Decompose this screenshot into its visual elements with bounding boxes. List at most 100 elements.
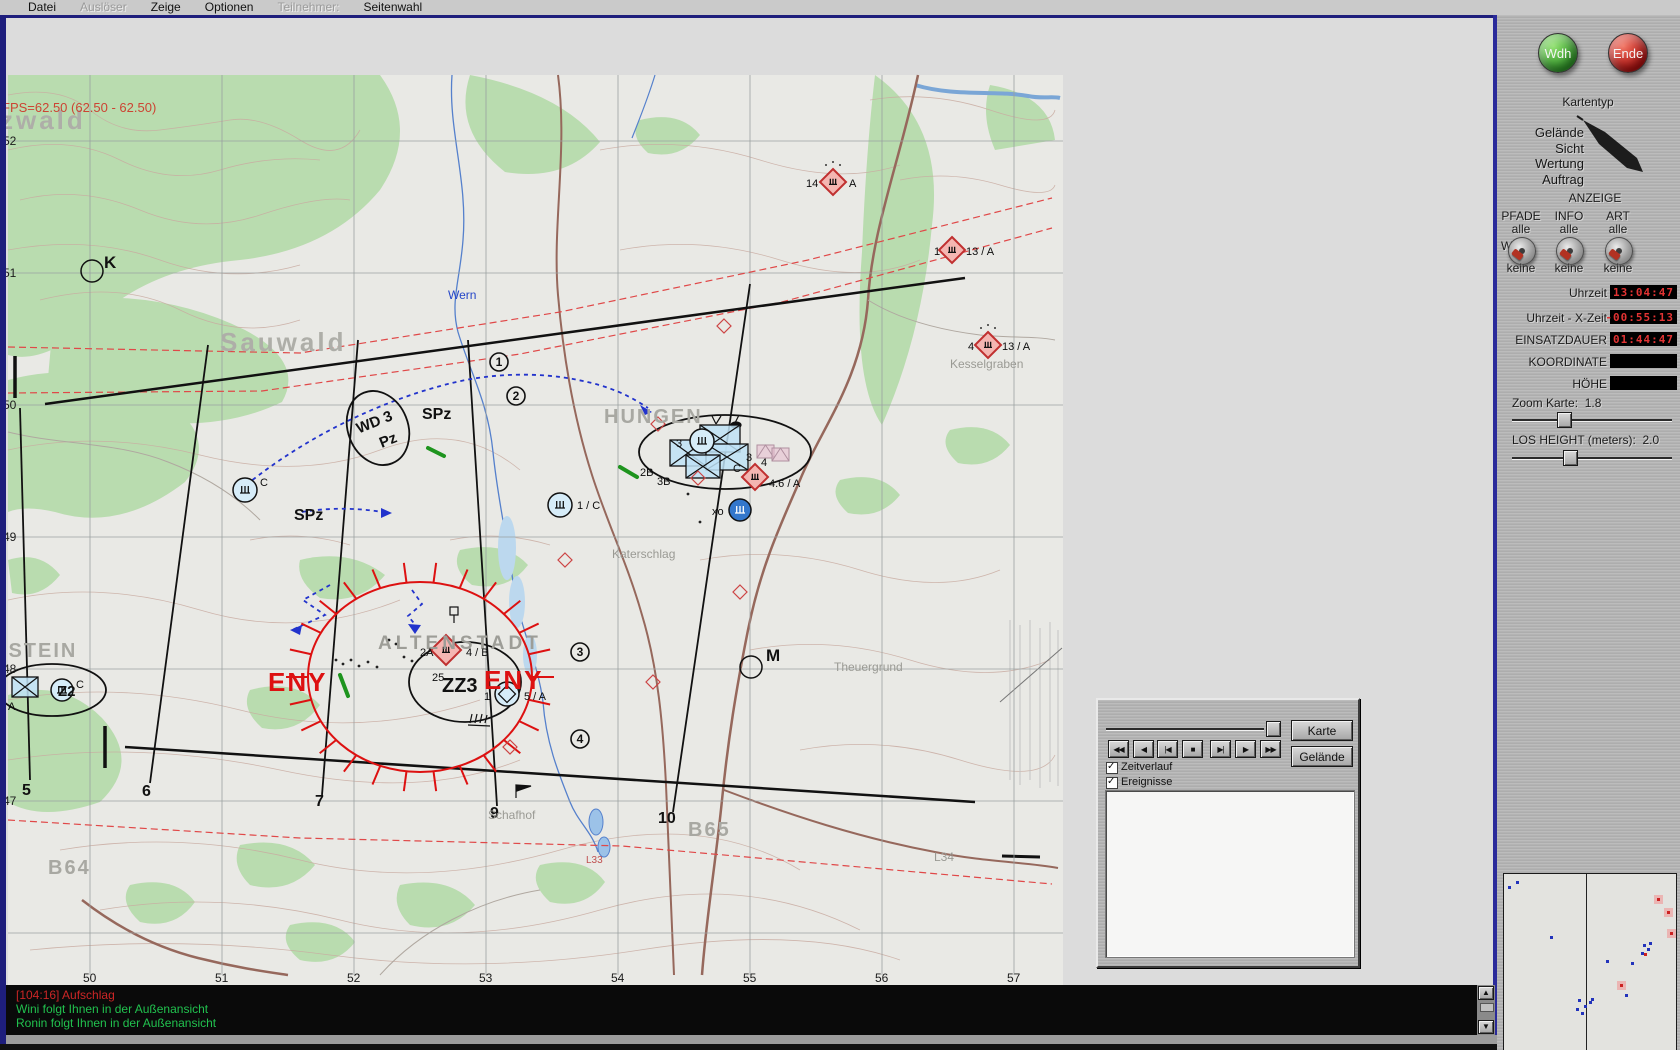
overview-minimap[interactable] [1503,873,1677,1050]
menu-item-datei[interactable]: Datei [28,0,56,15]
circled-number-3: 3 [570,642,590,662]
event-listbox[interactable] [1105,790,1355,958]
minimap-divider [1586,874,1587,1050]
unit-label: C [260,477,268,489]
anzeige-label: ANZEIGE [1568,191,1622,205]
unit-label: 2B [640,467,653,479]
objective-label-m: M [766,646,780,665]
playback-button-7[interactable]: ▶▶ [1260,740,1281,758]
impact-dot [402,655,406,659]
pen-cursor-icon [1576,115,1643,172]
window-bottom-strip [6,1035,1497,1044]
minimap-enemy-dot [1657,898,1660,901]
minimap-enemy-dot [1644,953,1647,956]
playback-button-6[interactable]: ▶ [1235,740,1256,758]
minimap-friendly-dot [1625,994,1628,997]
console-scrollbar[interactable]: ▲ ▼ [1477,985,1495,1035]
friendly-unit-circle[interactable] [728,498,752,522]
scroll-up-button[interactable]: ▲ [1478,986,1494,1000]
map-place-label: L34 [934,850,954,864]
switch-name-art: ART [1606,209,1630,223]
console-line: Wini folgt Ihnen in der Außenansicht [16,1002,209,1016]
grid-label-x: 56 [875,971,889,985]
unit-label: 5 / A [524,691,547,703]
scrollbar-thumb[interactable] [1480,1003,1494,1012]
eny-label: ENY [268,667,327,697]
friendly-unit-circle[interactable] [547,492,573,518]
faded-unit-square [771,447,790,462]
field-label-3: EINSATZDAUER [1515,333,1607,347]
svg-text:2: 2 [513,389,520,403]
map-place-label: Sauwald [220,327,346,357]
map-place-label: KSTEIN [6,640,77,662]
checkbox-ereignisse[interactable] [1106,776,1118,789]
grid-label-x: 50 [83,971,97,985]
timeline-slider-track[interactable] [1106,728,1264,730]
map-place-label: Theuergrund [834,660,903,674]
unit-label: A [8,701,16,713]
friendly-unit-circle[interactable] [232,477,258,503]
minimap-friendly-dot [1584,1005,1587,1008]
unit-label: xo [712,506,724,518]
ende-button[interactable]: Ende [1608,33,1648,73]
grid-label-x: 54 [611,971,625,985]
zoom-karte-slider-handle[interactable] [1557,412,1572,428]
menu-item-optionen[interactable]: Optionen [205,0,254,15]
map-place-label: L33 [586,855,603,866]
impact-dot [341,662,345,666]
minimap-friendly-dot [1508,886,1511,889]
unit-label: 1 / C [577,500,600,512]
gelaende-button[interactable]: Gelände [1291,746,1353,767]
map-place-label: Wern [448,288,476,302]
map-place-label: HUNGEN [604,406,703,428]
map-place-label: Katerschlag [612,547,675,561]
grid-label-y: 49 [6,530,17,544]
route-number: 7 [315,793,324,810]
playback-button-2[interactable]: ◀ [1133,740,1154,758]
unit-label: 2A [420,647,434,659]
field-value-3: 01:44:47 [1610,332,1677,346]
menu-item-auslser: Auslöser [80,0,127,14]
karte-button[interactable]: Karte [1291,720,1353,741]
menu-item-seitenwahl[interactable]: Seitenwahl [363,0,422,15]
playback-button-4[interactable]: ■ [1182,740,1203,758]
map-place-label: B64 [48,857,91,879]
unit-label: 3B [657,476,670,488]
map-place-label: Kesselgraben [950,357,1023,371]
playback-button-1[interactable]: ◀◀ [1108,740,1129,758]
message-console[interactable]: [104:16] Aufschlag Wini folgt Ihnen in de… [6,985,1477,1035]
field-value-4 [1610,354,1677,368]
switch-top-label: alle [1511,222,1531,236]
unit-label: 4 / B [466,647,489,659]
wdh-button[interactable]: Wdh [1538,33,1578,73]
switch-name-pfade: PFADE [1501,209,1541,223]
impact-dot [366,660,370,664]
los-slider-track[interactable] [1512,457,1672,459]
switch-name-info: INFO [1554,209,1584,223]
unit-label: 1 [934,246,940,258]
los-slider-handle[interactable] [1563,450,1578,466]
friendly-unit-square[interactable] [685,454,721,479]
impact-dot [357,664,361,668]
field-label-4: KOORDINATE [1528,355,1607,369]
zoom-karte-slider-track[interactable] [1512,419,1672,421]
window-bottom-edge [0,1044,1497,1050]
grid-label-x: 55 [743,971,757,985]
switch-top-label: alle [1559,222,1579,236]
grid-label-x: 51 [215,971,229,985]
checkbox-zeitverlauf[interactable] [1106,761,1118,774]
zoom-karte-label: Zoom Karte: 1.8 [1512,396,1602,410]
menu-bar: Datei Auslöser Zeige Optionen Teilnehmer: Sei… [0,0,1680,15]
field-label-2: Uhrzeit - X-Zeit [1526,311,1607,325]
unit-label: 1 [484,691,490,703]
friendly-unit-square[interactable] [11,676,39,698]
minimap-enemy-dot [1667,911,1670,914]
minimap-enemy-dot [1670,932,1673,935]
playback-button-5[interactable]: ▶| [1210,740,1231,758]
scroll-down-button[interactable]: ▼ [1478,1020,1494,1034]
friendly-unit-circle[interactable] [689,428,715,454]
menu-item-zeige[interactable]: Zeige [151,0,181,15]
objective-label-k: K [104,253,117,272]
playback-button-3[interactable]: |◀ [1157,740,1178,758]
timeline-slider-handle[interactable] [1266,721,1281,737]
